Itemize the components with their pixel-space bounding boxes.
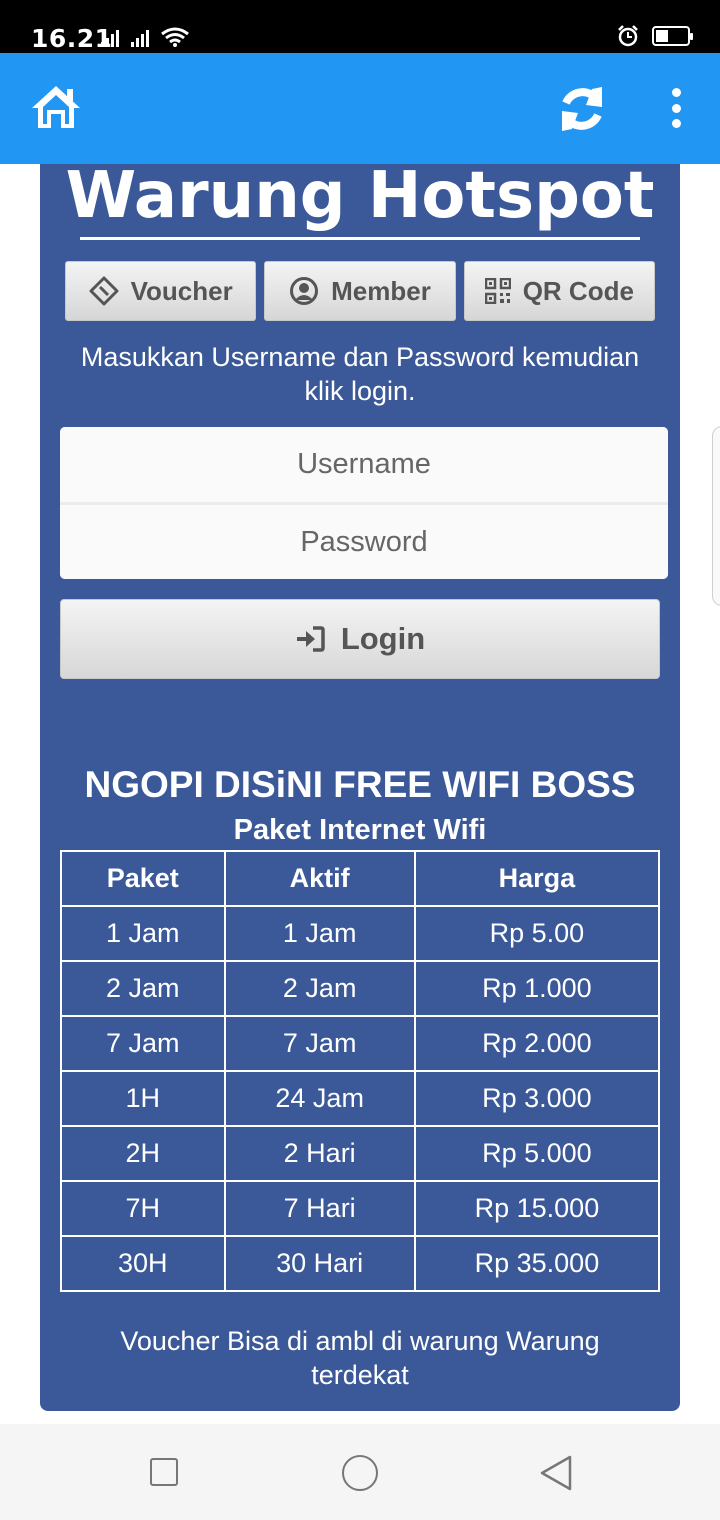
home-icon [32,86,80,128]
table-title: Paket Internet Wifi [233,814,487,846]
more-menu-button[interactable] [665,88,687,128]
login-form [60,427,668,579]
header-aktif: Aktif [223,850,416,907]
cell-harga: Rp 35.000 [413,1235,661,1292]
cell-aktif: 2 Hari [223,1125,416,1182]
cell-aktif: 30 Hari [223,1235,416,1292]
table-row: 7H 7 Hari Rp 15.000 [60,1180,661,1237]
table-row: 1H 24 Jam Rp 3.000 [60,1070,661,1127]
table-header-row: Paket Aktif Harga [60,850,661,907]
scroll-handle[interactable] [712,426,720,606]
table-row: 2H 2 Hari Rp 5.000 [60,1125,661,1182]
tab-member[interactable]: Member [264,261,456,321]
refresh-button[interactable] [556,83,608,135]
cell-aktif: 1 Jam [223,905,416,962]
status-bar: 16.21 [0,0,720,53]
cell-paket: 2H [60,1125,226,1182]
user-circle-icon [290,277,319,305]
cell-paket: 7H [60,1180,226,1237]
username-input[interactable] [60,427,668,502]
cell-harga: Rp 5.00 [413,905,661,962]
battery-icon [652,26,693,46]
ticket-icon [89,276,119,306]
page-title: Warung Hotspot [65,159,655,233]
cell-paket: 7 Jam [60,1015,226,1072]
tab-qrcode-label: QR Code [522,275,634,306]
price-table: Paket Aktif Harga 1 Jam 1 Jam Rp 5.00 2 … [60,850,661,1292]
cell-paket: 1 Jam [60,905,226,962]
qrcode-icon [484,278,511,304]
cell-harga: Rp 3.000 [413,1070,661,1127]
table-row: 1 Jam 1 Jam Rp 5.00 [60,905,661,962]
login-instructions: Masukkan Username dan Password kemudian … [80,342,640,406]
cell-paket: 30H [60,1235,226,1292]
table-row: 7 Jam 7 Jam Rp 2.000 [60,1015,661,1072]
cell-aktif: 7 Jam [223,1015,416,1072]
login-button-label: Login [340,621,426,656]
promo-heading: NGOPI DISiNI FREE WIFI BOSS [84,764,636,805]
home-circle-icon[interactable] [342,1455,378,1491]
navigation-bar [0,1424,720,1520]
signal-icon [131,30,149,47]
cell-paket: 2 Jam [60,960,226,1017]
login-tabs: Voucher Member QR Code [65,261,655,321]
recent-apps-icon[interactable] [150,1458,178,1486]
tab-member-label: Member [331,275,431,306]
title-underline [80,237,640,240]
login-button[interactable]: Login [60,599,660,679]
tab-qrcode[interactable]: QR Code [463,261,655,321]
app-bar [0,53,720,164]
sign-in-icon [296,626,325,652]
cell-aktif: 7 Hari [223,1180,416,1237]
footer-note: Voucher Bisa di ambl di warung Warung te… [120,1326,600,1390]
cell-aktif: 24 Jam [223,1070,416,1127]
header-paket: Paket [60,850,226,907]
signal-icon [101,30,119,47]
cell-aktif: 2 Jam [223,960,416,1017]
alarm-icon [618,25,638,47]
more-vert-icon [671,88,681,97]
tab-voucher-label: Voucher [130,275,233,306]
refresh-icon [562,87,602,131]
tab-voucher[interactable]: Voucher [65,261,257,321]
table-row: 30H 30 Hari Rp 35.000 [60,1235,661,1292]
password-input[interactable] [60,502,668,579]
cell-harga: Rp 2.000 [413,1015,661,1072]
table-row: 2 Jam 2 Jam Rp 1.000 [60,960,661,1017]
wifi-icon [161,27,189,47]
home-button[interactable] [30,83,82,131]
cell-harga: Rp 5.000 [413,1125,661,1182]
cell-harga: Rp 1.000 [413,960,661,1017]
login-card: Warung Hotspot Voucher Member QR Code Ma… [40,164,680,1411]
cell-harga: Rp 15.000 [413,1180,661,1237]
header-harga: Harga [413,850,661,907]
back-icon[interactable] [538,1454,574,1492]
cell-paket: 1H [60,1070,226,1127]
